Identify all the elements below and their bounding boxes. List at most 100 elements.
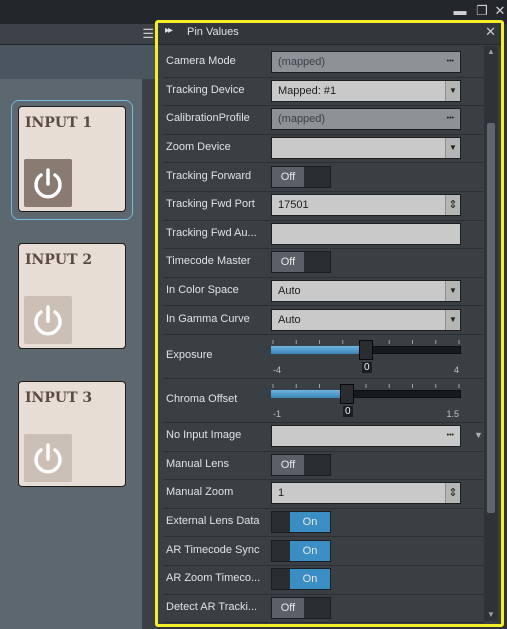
slider-max-label: 1.5 <box>446 409 459 419</box>
pin-toggle[interactable]: Off <box>271 165 331 188</box>
pin-toggle[interactable]: On <box>271 511 331 534</box>
inputs-area-edge <box>142 79 158 629</box>
pin-row: CalibrationProfile (mapped) ••• <box>163 105 484 135</box>
slider-max-label: 4 <box>453 365 459 375</box>
menu-icon[interactable]: ☰ <box>142 26 154 42</box>
slider-fill <box>271 390 347 398</box>
pin-value-field[interactable]: 1 ⇕ <box>271 482 461 505</box>
toggle-label: On <box>290 540 330 561</box>
more-options-icon[interactable]: ••• <box>447 109 454 129</box>
pin-label: Tracking Forward <box>166 169 252 182</box>
input-card-title: INPUT 2 <box>25 252 93 268</box>
more-options-icon[interactable]: ••• <box>447 426 454 446</box>
scroll-down-icon[interactable]: ▼ <box>484 609 498 621</box>
pin-value-text: Mapped: #1 <box>278 84 337 97</box>
slider-min-label: -1 <box>273 409 282 419</box>
pin-toggle[interactable]: Off <box>271 596 331 619</box>
pin-value-text: (mapped) <box>278 113 326 126</box>
input-card-title: INPUT 1 <box>25 115 93 131</box>
power-icon[interactable] <box>24 159 72 207</box>
slider-fill <box>271 346 366 354</box>
pin-label: Tracking Fwd Au... <box>166 226 257 239</box>
pin-slider[interactable]: -1 1.5 0 <box>271 382 461 422</box>
pin-label: In Gamma Curve <box>166 312 250 325</box>
pin-row: Timecode Master Off <box>163 248 484 278</box>
pin-value-field[interactable]: ••• <box>271 425 461 448</box>
pin-row: Tracking Fwd Port 17501 ⇕ <box>163 191 484 221</box>
pin-row: Tracking Fwd Au... <box>163 220 484 250</box>
pin-row: In Gamma Curve Auto ▼ <box>163 305 484 335</box>
pin-slider[interactable]: -4 4 0 <box>271 338 461 378</box>
pin-label: Zoom Device <box>166 141 231 154</box>
pin-value-field[interactable]: Auto ▼ <box>271 308 461 331</box>
spinner-icon[interactable]: ⇕ <box>445 483 460 504</box>
pin-values-panel: ▸▸ Pin Values ✕ Camera Mode (mapped) ••• Tr… <box>157 22 502 625</box>
power-icon[interactable] <box>24 296 72 344</box>
pin-label: Manual Lens <box>166 457 229 470</box>
pin-value-text: Auto <box>278 313 301 326</box>
vertical-scrollbar[interactable]: ▲ ▼ <box>484 46 498 621</box>
pin-value-field[interactable]: Auto ▼ <box>271 280 461 303</box>
pin-value-text: 17501 <box>278 199 309 212</box>
power-icon[interactable] <box>24 434 72 482</box>
input-card-2[interactable]: INPUT 2 <box>18 243 126 349</box>
slider-value: 0 <box>362 362 372 373</box>
spinner-icon[interactable]: ⇕ <box>445 195 460 216</box>
pin-value-field[interactable]: (mapped) ••• <box>271 51 461 74</box>
scrollbar-thumb[interactable] <box>487 123 495 513</box>
pin-row: Zoom Device ▼ <box>163 134 484 164</box>
pin-row: AR Zoom Timeco... On <box>163 565 484 595</box>
pin-label: CalibrationProfile <box>166 112 250 125</box>
pin-row: AR Timecode Sync On <box>163 536 484 566</box>
toggle-label: On <box>290 512 330 533</box>
pin-value-text: (mapped) <box>278 56 326 69</box>
slider-thumb[interactable] <box>359 340 373 360</box>
pin-label: Camera Mode <box>166 55 236 68</box>
pin-row: In Color Space Auto ▼ <box>163 277 484 307</box>
pin-toggle[interactable]: Off <box>271 251 331 274</box>
pin-value-field[interactable]: Mapped: #1 ▼ <box>271 79 461 102</box>
scroll-up-icon[interactable]: ▲ <box>484 46 498 58</box>
pin-row: Tracking Device Mapped: #1 ▼ <box>163 77 484 107</box>
pin-toggle[interactable]: Off <box>271 453 331 476</box>
pin-row: Tracking Forward Off <box>163 162 484 192</box>
input-card-1[interactable]: INPUT 1 <box>18 106 126 212</box>
pin-row: Chroma Offset -1 1.5 0 <box>163 378 484 423</box>
pin-toggle[interactable]: On <box>271 539 331 562</box>
pin-label: AR Timecode Sync <box>166 543 260 556</box>
expand-arrow-icon[interactable]: ▼ <box>474 430 483 440</box>
pin-label: AR Zoom Timeco... <box>166 572 261 585</box>
panel-title: Pin Values <box>187 26 239 38</box>
chevron-down-icon[interactable]: ▼ <box>445 138 460 159</box>
pin-value-field[interactable]: (mapped) ••• <box>271 108 461 131</box>
pin-row: No Input Image ••• ▼ <box>163 422 484 452</box>
input-card-title: INPUT 3 <box>25 390 93 406</box>
slider-thumb[interactable] <box>340 384 354 404</box>
close-icon[interactable]: ✕ <box>485 24 496 40</box>
collapse-arrows-icon[interactable]: ▸▸ <box>165 25 173 36</box>
chevron-down-icon[interactable]: ▼ <box>445 309 460 330</box>
chevron-down-icon[interactable]: ▼ <box>445 80 460 101</box>
pin-label: Tracking Fwd Port <box>166 198 255 211</box>
close-window-icon[interactable]: ✕ <box>492 3 507 19</box>
pin-value-text: 1 <box>278 487 285 500</box>
pin-value-field[interactable] <box>271 222 461 245</box>
pin-row: Camera Mode (mapped) ••• <box>163 48 484 78</box>
minimize-icon[interactable]: ▬ <box>452 3 468 19</box>
pin-value-field[interactable]: ▼ <box>271 137 461 160</box>
input-card-3[interactable]: INPUT 3 <box>18 381 126 487</box>
toggle-label: Off <box>272 252 304 273</box>
slider-ticks <box>272 384 460 388</box>
toggle-label: Off <box>272 166 304 187</box>
pin-row: Manual Lens Off <box>163 451 484 481</box>
chevron-down-icon[interactable]: ▼ <box>445 281 460 302</box>
pin-toggle[interactable]: On <box>271 568 331 591</box>
restore-icon[interactable]: ❐ <box>474 3 490 19</box>
pin-value-field[interactable]: 17501 ⇕ <box>271 194 461 217</box>
pin-label: Manual Zoom <box>166 486 234 499</box>
more-options-icon[interactable]: ••• <box>447 52 454 72</box>
pin-value-text: Auto <box>278 285 301 298</box>
pin-label: Tracking Device <box>166 83 245 96</box>
pin-row: Manual Zoom 1 ⇕ <box>163 479 484 509</box>
pin-label: External Lens Data <box>166 515 260 528</box>
